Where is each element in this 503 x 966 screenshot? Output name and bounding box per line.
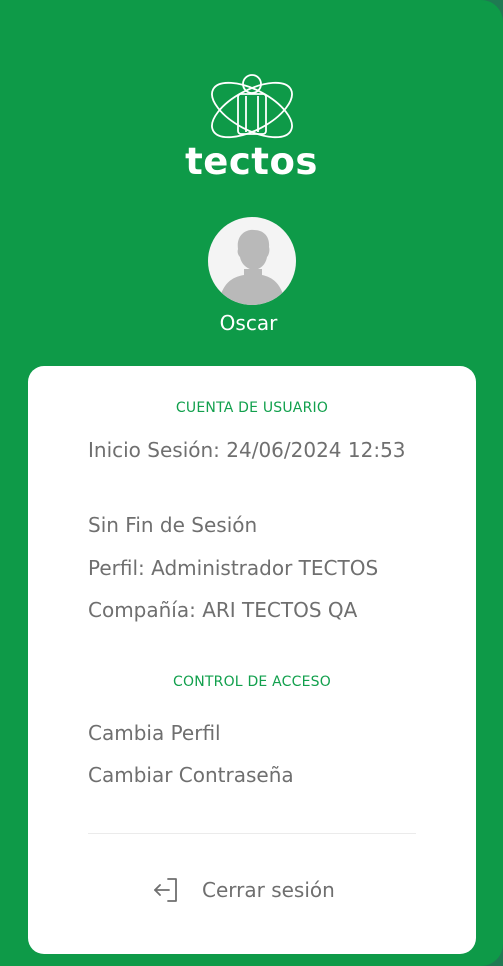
- divider: [88, 833, 416, 834]
- access-section-title: CONTROL DE ACCESO: [173, 674, 331, 690]
- user-avatar-icon: [218, 229, 286, 305]
- company-info: Compañía: ARI TECTOS QA: [88, 598, 358, 622]
- login-time: Inicio Sesión: 24/06/2024 12:53: [88, 438, 406, 462]
- change-password-link[interactable]: Cambiar Contraseña: [88, 759, 428, 791]
- session-end: Sin Fin de Sesión: [88, 513, 258, 537]
- brand-name: tectos: [185, 140, 318, 183]
- user-name: Oscar: [219, 311, 278, 335]
- logout-button[interactable]: Cerrar sesión: [152, 872, 335, 908]
- tectos-logo-icon: [211, 74, 293, 139]
- logout-icon: [154, 878, 177, 902]
- account-section-title: CUENTA DE USUARIO: [175, 400, 329, 416]
- user-menu-panel: tectos Oscar CUENTA DE USUARIO Inicio Se…: [0, 0, 503, 966]
- change-profile-link[interactable]: Cambia Perfil: [88, 717, 428, 749]
- avatar[interactable]: [208, 217, 296, 305]
- logout-label: Cerrar sesión: [202, 878, 335, 902]
- account-card: CUENTA DE USUARIO Inicio Sesión: 24/06/2…: [28, 366, 476, 954]
- profile-info: Perfil: Administrador TECTOS: [88, 556, 379, 580]
